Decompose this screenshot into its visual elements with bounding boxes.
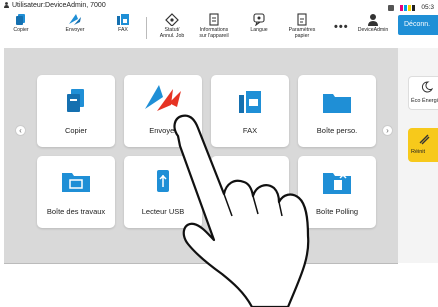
logout-button[interactable]: Déconn. [398,15,438,35]
toolbar-send-button[interactable]: Envoyer [60,13,90,43]
paper-settings-icon [297,13,307,26]
function-toolbar: Copier Envoyer FAX Statut/ Annul. Job In… [0,11,438,45]
reset-icon [419,134,430,145]
toolbar-separator [146,17,147,39]
fax-icon [117,14,129,25]
user-icon [368,14,378,26]
device-info-icon [209,13,219,26]
side-panel: Éco Énergie Réinit [398,48,438,263]
energy-saver-button[interactable]: Éco Énergie [408,76,438,110]
toner-level-indicator [400,4,416,11]
account-button[interactable]: DeviceAdmin [356,13,390,43]
user-icon [4,2,9,8]
job-box-icon [62,173,90,192]
logged-user: Utilisateur:DeviceAdmin, 7000 [11,2,106,9]
more-button[interactable]: ••• [334,21,349,33]
toolbar-copy-button[interactable]: Copier [6,13,36,43]
job-status-button[interactable]: Statut/ Annul. Job [152,13,192,43]
tile-copy[interactable]: Copier [37,75,115,147]
pointing-hand-icon [173,114,310,307]
send-icon [69,14,81,25]
device-info-button[interactable]: Informations sur l'appareil [193,13,235,43]
language-button[interactable]: Langue [245,13,273,43]
job-status-icon [165,13,179,26]
copy-icon [16,14,25,25]
device-status-icon [388,4,395,11]
reset-button[interactable]: Réinit [408,128,438,162]
tile-job-box[interactable]: Boîte des travaux [37,156,115,228]
copy-icon [67,89,84,112]
status-bar: Utilisateur:DeviceAdmin, 7000 05:3 [0,0,438,11]
toolbar-fax-button[interactable]: FAX [108,13,138,43]
moon-icon [421,81,433,93]
scroll-left-arrow[interactable]: ‹ [15,125,26,136]
language-icon [253,13,265,26]
scroll-right-arrow[interactable]: › [382,125,393,136]
paper-settings-button[interactable]: Paramètres papier [285,13,319,43]
